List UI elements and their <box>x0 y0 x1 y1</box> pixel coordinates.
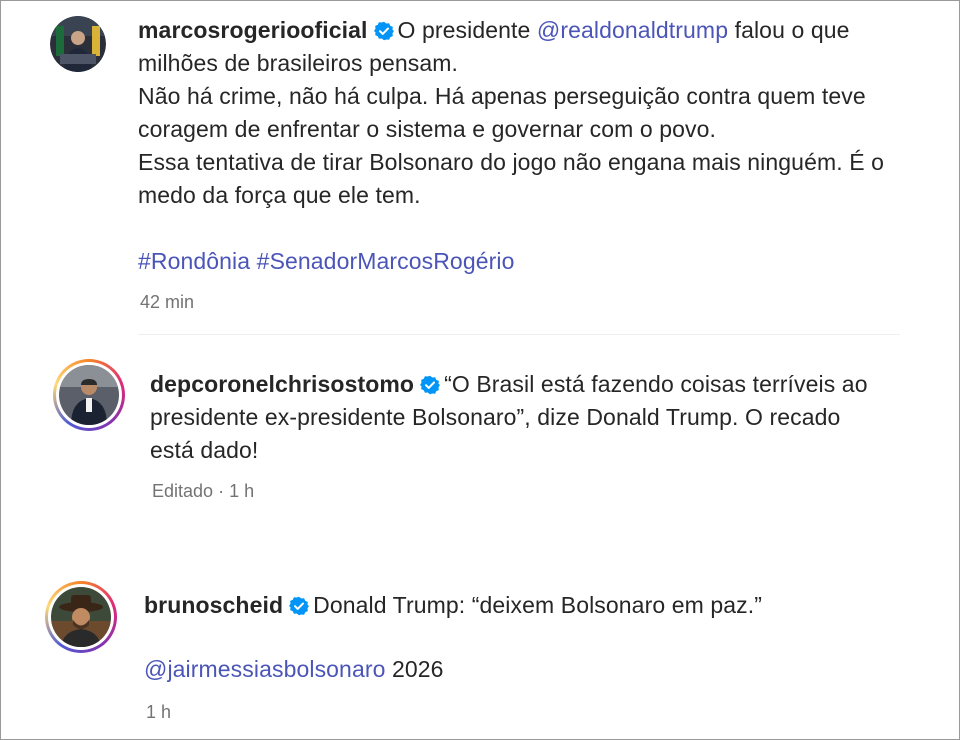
timestamp[interactable]: 1 h <box>146 702 171 723</box>
comment-text-part: O presidente <box>397 17 537 43</box>
hashtags: #Rondônia #SenadorMarcosRogério <box>138 245 514 278</box>
comment-body-1: marcosrogeriooficial O presidente @realdo… <box>138 14 898 212</box>
username-link[interactable]: depcoronelchrisostomo <box>150 371 414 397</box>
avatar-photo <box>59 365 119 425</box>
comment-paragraph: Essa tentativa de tirar Bolsonaro do jog… <box>138 149 885 208</box>
comment-paragraph: Não há crime, não há culpa. Há apenas pe… <box>138 83 866 142</box>
username-link[interactable]: marcosrogeriooficial <box>138 17 368 43</box>
avatar-photo <box>51 587 111 647</box>
avatar-photo <box>50 16 106 72</box>
avatar-depcoronelchrisostomo[interactable] <box>53 359 125 431</box>
hashtag-link[interactable]: #SenadorMarcosRogério <box>257 248 515 274</box>
verified-badge-icon <box>420 375 441 395</box>
timestamp[interactable]: 1 h <box>229 481 254 501</box>
hashtag-link[interactable]: #Rondônia <box>138 248 250 274</box>
mention-suffix: 2026 <box>385 656 444 682</box>
verified-badge-icon <box>373 21 394 41</box>
comment-body-2: depcoronelchrisostomo “O Brasil está faze… <box>150 368 890 467</box>
username-link[interactable]: brunoscheid <box>144 592 283 618</box>
comment-body-3: brunoscheid Donald Trump: “deixem Bolsona… <box>144 589 884 622</box>
timestamp[interactable]: 42 min <box>140 292 194 313</box>
mention-link[interactable]: @jairmessiasbolsonaro <box>144 656 386 682</box>
avatar-brunoscheid[interactable] <box>45 581 117 653</box>
avatar-marcosrogeriooficial[interactable] <box>50 16 106 72</box>
verified-badge-icon <box>289 596 310 616</box>
divider <box>138 334 900 335</box>
comment-mention-line: @jairmessiasbolsonaro 2026 <box>144 653 444 686</box>
comment-meta: Editado · 1 h <box>152 481 254 502</box>
mention-link[interactable]: @realdonaldtrump <box>537 17 728 43</box>
comment-text: Donald Trump: “deixem Bolsonaro em paz.” <box>313 592 762 618</box>
meta-separator: · <box>218 481 225 501</box>
edited-label: Editado <box>152 481 214 501</box>
